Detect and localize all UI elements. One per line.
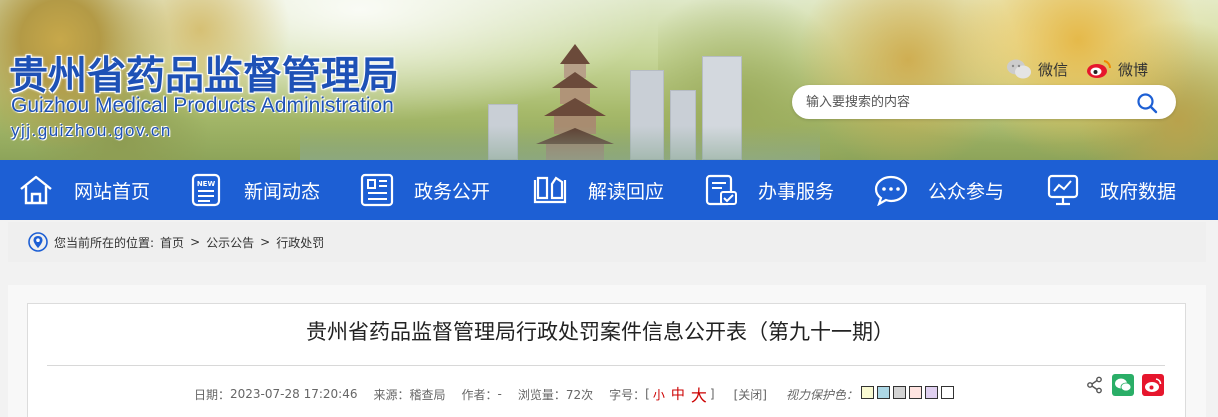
banner-water: [300, 126, 820, 160]
eyecare-swatches: [858, 386, 954, 402]
weibo-link[interactable]: 微博: [1086, 58, 1148, 80]
nav-label: 政务公开: [414, 180, 491, 203]
svg-text:NEW: NEW: [197, 180, 216, 188]
breadcrumb-separator: >: [190, 235, 201, 249]
nav-item-gov-data[interactable]: 政府数据: [1046, 160, 1176, 220]
nav-label: 公众参与: [928, 180, 1005, 203]
weibo-icon: [1087, 60, 1112, 78]
title-divider: [47, 365, 1165, 366]
service-icon: [705, 174, 737, 206]
location-icon: [28, 232, 48, 252]
eyecare-swatch-4[interactable]: [908, 386, 922, 399]
font-size-large-button[interactable]: 大: [688, 382, 710, 406]
share-weibo-button[interactable]: [1142, 374, 1164, 396]
news-icon: NEW: [191, 173, 221, 207]
document-icon: [360, 173, 394, 207]
wechat-label: 微信: [1038, 60, 1069, 79]
nav-item-news[interactable]: NEW 新闻动态: [190, 160, 320, 220]
header-banner: 贵州省药品监督管理局 Guizhou Medical Products Admi…: [0, 0, 1218, 160]
eyecare-swatch-6[interactable]: [940, 386, 954, 399]
nav-item-home[interactable]: 网站首页: [18, 160, 150, 220]
bracket-close: ]: [709, 387, 715, 401]
font-size-small-button[interactable]: 小: [650, 386, 668, 403]
nav-label: 解读回应: [588, 180, 665, 203]
eyecare-swatch-1[interactable]: [860, 386, 874, 399]
share-bar: [1086, 374, 1164, 396]
site-title-en: Guizhou Medical Products Administration: [11, 94, 394, 117]
source-label: 来源：: [373, 387, 410, 402]
wechat-link[interactable]: 微信: [1006, 58, 1068, 80]
nav-label: 政府数据: [1100, 180, 1177, 203]
site-url: yjj.guizhou.gov.cn: [11, 121, 172, 140]
data-icon: [1047, 174, 1079, 206]
breadcrumb-home[interactable]: 首页: [160, 234, 184, 251]
breadcrumb-prefix: 您当前所在的位置:: [54, 235, 155, 250]
date-value: 2023-07-28 17:20:46: [230, 387, 358, 401]
weibo-share-icon: [1145, 378, 1162, 392]
nav-label: 网站首页: [74, 180, 151, 203]
nav-item-participation[interactable]: 公众参与: [874, 160, 1004, 220]
views-label: 浏览量：: [517, 387, 566, 402]
views-value: 72次: [565, 387, 594, 402]
font-size-medium-button[interactable]: 中: [668, 384, 688, 404]
search-icon[interactable]: [1136, 92, 1158, 114]
nav-item-gov-affairs[interactable]: 政务公开: [360, 160, 490, 220]
date-label: 日期：: [194, 387, 231, 402]
search-input[interactable]: [806, 92, 1126, 112]
eyecare-swatch-3[interactable]: [892, 386, 906, 399]
chat-icon: [874, 175, 908, 206]
wechat-icon: [1007, 59, 1031, 79]
share-icon[interactable]: [1086, 376, 1104, 394]
nav-item-services[interactable]: 办事服务: [704, 160, 834, 220]
eyecare-label: 视力保护色：: [785, 387, 858, 402]
author-label: 作者：: [461, 387, 498, 402]
wechat-share-icon: [1115, 378, 1132, 392]
breadcrumb-announcements[interactable]: 公示公告: [206, 234, 254, 251]
search-box: [792, 85, 1176, 119]
source-value: 稽查局: [409, 387, 446, 402]
nav-label: 办事服务: [758, 180, 835, 203]
weibo-label: 微博: [1118, 60, 1149, 79]
nav-label: 新闻动态: [244, 180, 321, 203]
eyecare-swatch-2[interactable]: [876, 386, 890, 399]
author-value: -: [497, 387, 502, 401]
article-title: 贵州省药品监督管理局行政处罚案件信息公开表（第九十一期）: [306, 320, 894, 344]
site-title-cn[interactable]: 贵州省药品监督管理局: [9, 45, 399, 101]
share-wechat-button[interactable]: [1112, 374, 1134, 396]
close-button[interactable]: [关闭]: [731, 386, 770, 403]
breadcrumb-penalties[interactable]: 行政处罚: [276, 234, 324, 251]
article-meta: 日期： 2023-07-28 17:20:46 来源： 稽查局 作者： - 浏览…: [194, 382, 954, 406]
main-nav: 网站首页 NEW 新闻动态 政务公开 解读回应 办事服务 公众参与 政府数据: [0, 160, 1218, 220]
eyecare-swatch-5[interactable]: [924, 386, 938, 399]
fontsize-label: 字号：: [609, 387, 646, 402]
breadcrumb-separator: >: [260, 235, 271, 249]
breadcrumb-bar: 您当前所在的位置: 首页 > 公示公告 > 行政处罚: [8, 222, 1206, 262]
book-icon: [533, 176, 567, 204]
nav-item-interpretation[interactable]: 解读回应: [532, 160, 664, 220]
home-icon: [20, 175, 52, 205]
breadcrumb: 您当前所在的位置: 首页 > 公示公告 > 行政处罚: [28, 232, 324, 252]
